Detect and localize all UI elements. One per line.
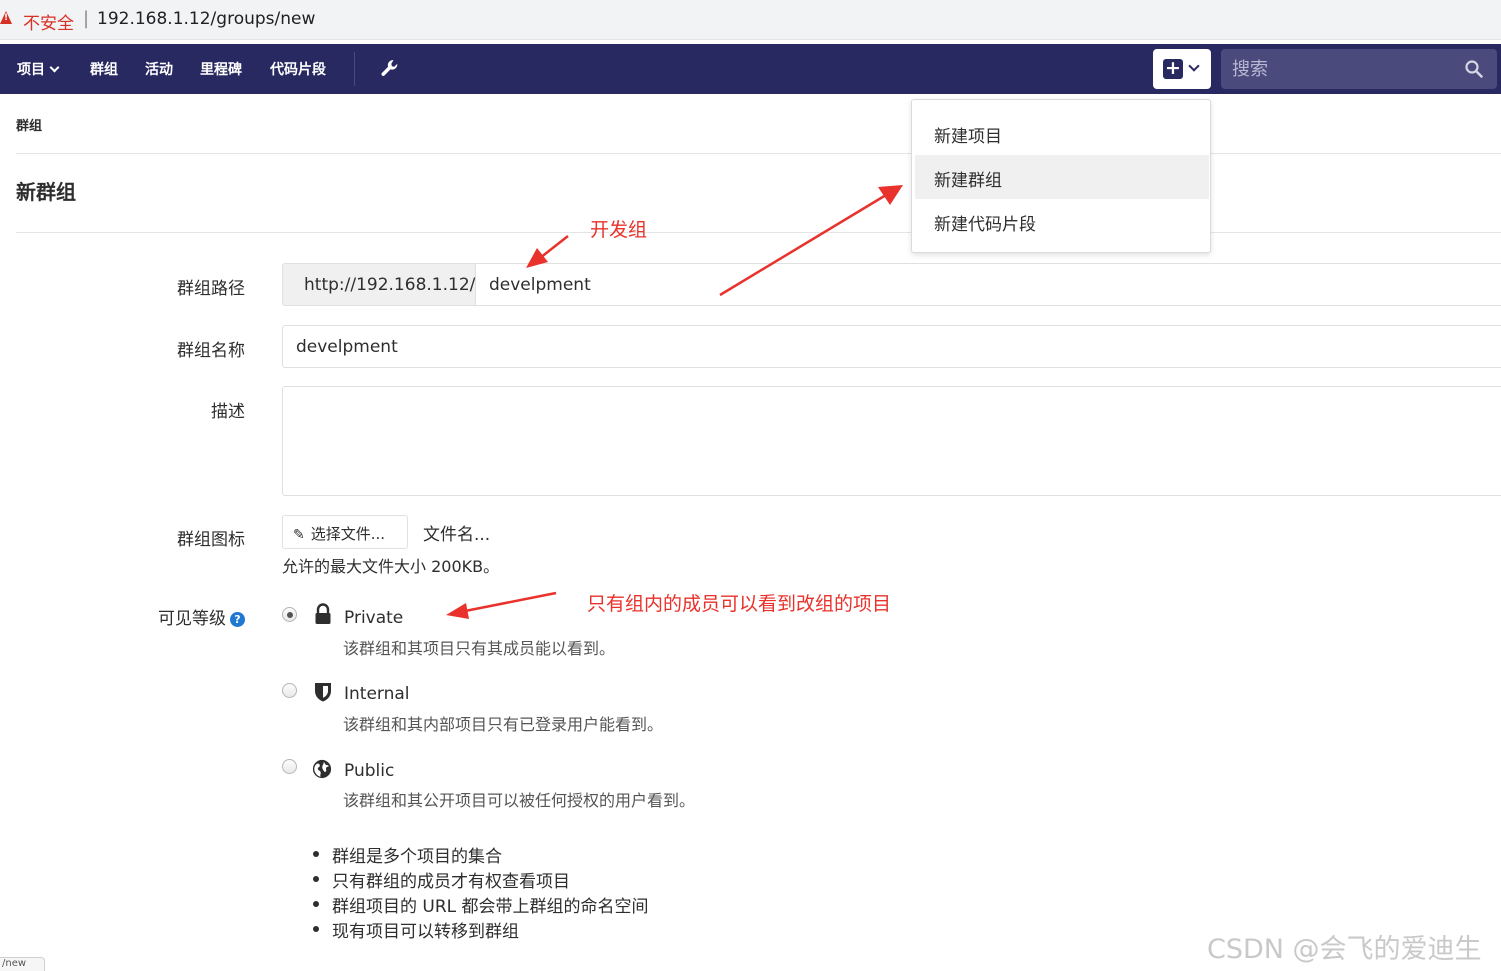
list-item: 只有群组的成员才有权查看项目 [313, 867, 649, 892]
chevron-down-icon [49, 62, 60, 73]
plus-icon: + [1163, 59, 1183, 79]
group-name-label: 群组名称 [177, 341, 245, 361]
browser-address-bar: 不安全 | 192.168.1.12/groups/new [0, 0, 1501, 40]
globe-icon [312, 759, 332, 779]
chevron-down-icon [1188, 60, 1200, 72]
list-item: 群组是多个项目的集合 [313, 842, 649, 867]
visibility-public-title: Public [344, 761, 395, 781]
nav-item-snippets[interactable]: 代码片段 [270, 59, 326, 79]
visibility-private-radio[interactable] [282, 607, 297, 622]
group-icon-label: 群组图标 [177, 530, 245, 550]
visibility-private-title: Private [344, 608, 404, 628]
annotation-private-note: 只有组内的成员可以看到改组的项目 [587, 593, 892, 615]
nav-item-milestones[interactable]: 里程碑 [200, 59, 242, 79]
page-title: 新群组 [16, 180, 76, 204]
search-box [1221, 49, 1497, 89]
visibility-label-text: 可见等级 [158, 609, 226, 629]
visibility-internal-desc: 该群组和其内部项目只有已登录用户能看到。 [343, 715, 664, 734]
group-path-label: 群组路径 [177, 279, 245, 299]
path-prefix: http://192.168.1.12/ [282, 263, 476, 306]
help-icon[interactable]: ? [230, 612, 245, 627]
address-separator: | [83, 8, 90, 29]
top-navigation: 项目 群组 活动 里程碑 代码片段 + [0, 44, 1501, 94]
nav-item-groups[interactable]: 群组 [90, 59, 118, 79]
nav-item-label: 项目 [17, 62, 45, 78]
watermark: CSDN @会飞的爱迪生 [1207, 934, 1482, 965]
nav-item-activity[interactable]: 活动 [145, 59, 173, 79]
insecure-label[interactable]: 不安全 [23, 9, 74, 34]
visibility-public-radio[interactable] [282, 759, 297, 774]
breadcrumb[interactable]: 群组 [16, 115, 42, 134]
file-size-help: 允许的最大文件大小 200KB。 [282, 557, 500, 576]
group-name-input[interactable] [282, 325, 1501, 368]
paperclip-icon: ✎ [293, 527, 305, 543]
choose-file-button[interactable]: ✎ 选择文件... [282, 515, 408, 549]
group-notes-list: 群组是多个项目的集合 只有群组的成员才有权查看项目 群组项目的 URL 都会带上… [313, 842, 649, 942]
new-dropdown-menu: 新建项目 新建群组 新建代码片段 [911, 99, 1211, 253]
annotation-group-note: 开发组 [590, 219, 648, 241]
status-tab: /new [0, 957, 45, 971]
search-icon[interactable] [1465, 60, 1483, 78]
new-dropdown-button[interactable]: + [1153, 49, 1211, 89]
wrench-icon[interactable] [378, 57, 402, 81]
visibility-public-desc: 该群组和其公开项目可以被任何授权的用户看到。 [343, 791, 696, 810]
menu-item-new-snippet[interactable]: 新建代码片段 [915, 199, 1209, 243]
visibility-private-desc: 该群组和其项目只有其成员能以看到。 [343, 639, 616, 658]
visibility-label: 可见等级? [105, 604, 245, 629]
divider [16, 232, 1501, 233]
shield-icon [315, 683, 331, 702]
lock-icon [315, 603, 331, 624]
visibility-internal-title: Internal [344, 684, 410, 704]
search-input[interactable] [1221, 49, 1497, 89]
description-textarea[interactable] [282, 386, 1501, 496]
nav-divider [354, 52, 355, 86]
address-url[interactable]: 192.168.1.12/groups/new [97, 9, 315, 29]
visibility-internal-radio[interactable] [282, 683, 297, 698]
divider [16, 153, 1501, 154]
menu-item-new-project[interactable]: 新建项目 [915, 111, 1209, 155]
nav-item-projects[interactable]: 项目 [17, 59, 60, 79]
description-label: 描述 [211, 402, 245, 422]
menu-item-new-group[interactable]: 新建群组 [915, 155, 1209, 199]
list-item: 现有项目可以转移到群组 [313, 917, 649, 942]
group-path-input[interactable] [476, 263, 1501, 306]
file-name: 文件名... [423, 525, 491, 545]
list-item: 群组项目的 URL 都会带上群组的命名空间 [313, 892, 649, 917]
warning-icon [0, 11, 12, 24]
choose-file-label: 选择文件... [310, 525, 386, 543]
